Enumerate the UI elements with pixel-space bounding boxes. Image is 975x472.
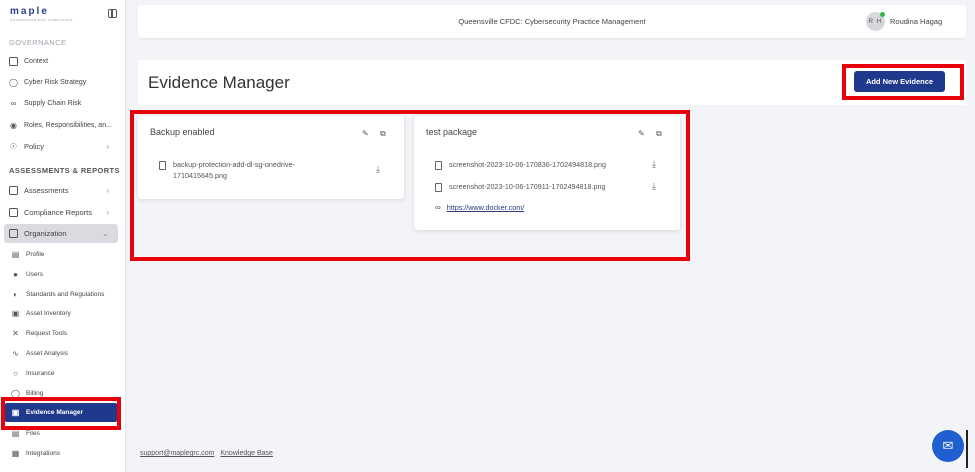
logo-text: maple	[10, 6, 49, 17]
chevron-down-icon: ⌄	[102, 229, 109, 238]
sidebar-item-organization[interactable]: Organization ⌄	[4, 224, 118, 243]
sidebar-item-label: Billing	[26, 390, 44, 397]
section-assessments: ASSESSMENTS & REPORTS	[9, 166, 120, 175]
building-icon	[9, 229, 18, 238]
highlight-add-button	[842, 64, 964, 100]
clipboard-icon	[9, 186, 18, 195]
maple-logo[interactable]: maple GOVERNANCE RISK COMPLIANCE	[10, 6, 73, 22]
analytics-icon: ∿	[12, 349, 19, 358]
sidebar-item-label: Supply Chain Risk	[24, 100, 82, 107]
sidebar-item-label: Asset Analysis	[26, 350, 68, 357]
online-status-indicator	[880, 12, 885, 17]
sidebar-item-assessments[interactable]: Assessments ›	[4, 181, 118, 200]
sidebar-item-label: Users	[26, 271, 43, 278]
tools-icon: ✕	[12, 329, 19, 338]
sidebar-item-label: Standards and Regulations	[26, 291, 105, 298]
chevron-right-icon: ›	[106, 142, 109, 151]
insurance-icon: ○	[13, 369, 18, 378]
sidebar-item-standards[interactable]: ◐ Standards and Regulations	[4, 285, 118, 304]
shield-icon: ◉	[10, 121, 17, 130]
sidebar-collapse-icon[interactable]	[108, 9, 117, 18]
section-governance: GOVERNANCE	[9, 38, 67, 47]
sidebar-item-compliance-reports[interactable]: Compliance Reports ›	[4, 203, 118, 222]
lightbulb-icon: ◯	[9, 78, 18, 87]
chat-icon[interactable]: ✉	[932, 430, 964, 462]
profile-icon: ▤	[11, 250, 20, 259]
sidebar-item-label: Roles, Responsibilities, an...	[24, 122, 112, 129]
sidebar-item-asset-inventory[interactable]: ▣ Asset Inventory	[4, 304, 118, 323]
logo-subtext: GOVERNANCE RISK COMPLIANCE	[10, 18, 73, 22]
files-icon: ▤	[11, 429, 20, 438]
document-icon	[9, 57, 18, 66]
support-email-link[interactable]: support@maplegrc.com	[140, 450, 214, 457]
highlight-evidence-manager-nav	[1, 397, 121, 430]
sidebar-item-context[interactable]: Context	[4, 52, 118, 71]
sidebar-item-profile[interactable]: ▤ Profile	[4, 245, 118, 264]
sidebar-item-label: Cyber Risk Strategy	[24, 79, 87, 86]
standards-icon: ◐	[13, 290, 18, 299]
sidebar-item-roles[interactable]: ◉ Roles, Responsibilities, an...	[4, 116, 118, 135]
sidebar-item-integrations[interactable]: ▦ Integrations	[4, 444, 118, 463]
sidebar-item-label: Policy	[24, 142, 45, 151]
sidebar-item-insurance[interactable]: ○ Insurance	[4, 364, 118, 383]
sidebar-item-request-tools[interactable]: ✕ Request Tools	[4, 324, 118, 343]
sidebar-item-label: Asset Inventory	[26, 310, 71, 317]
sidebar-item-label: Organization	[24, 229, 67, 238]
integrations-icon: ▦	[11, 449, 20, 458]
sidebar-item-label: Profile	[26, 251, 45, 258]
sidebar-item-label: Files	[26, 430, 40, 437]
sidebar-item-label: Assessments	[24, 186, 69, 195]
sidebar-item-supply-chain-risk[interactable]: ∞ Supply Chain Risk	[4, 94, 118, 113]
sidebar-item-label: Integrations	[26, 450, 60, 457]
shield-check-icon: ☉	[9, 142, 18, 151]
knowledge-base-link[interactable]: Knowledge Base	[220, 450, 273, 457]
sidebar-item-label: Context	[24, 58, 49, 65]
sidebar-item-label: Compliance Reports	[24, 208, 92, 217]
inventory-icon: ▣	[11, 309, 20, 318]
user-name[interactable]: Roudina Hagag	[890, 17, 942, 26]
users-icon: ●	[13, 270, 18, 279]
chart-icon	[9, 208, 18, 217]
scrollbar[interactable]	[966, 430, 968, 468]
chevron-right-icon: ›	[106, 208, 109, 217]
chevron-right-icon: ›	[106, 186, 109, 195]
sidebar-item-label: Request Tools	[26, 330, 68, 337]
top-header: Queensville CFDC: Cybersecurity Practice…	[138, 5, 966, 38]
organization-title: Queensville CFDC: Cybersecurity Practice…	[458, 17, 646, 26]
sidebar-item-asset-analysis[interactable]: ∿ Asset Analysis	[4, 344, 118, 363]
sidebar-item-cyber-risk-strategy[interactable]: ◯ Cyber Risk Strategy	[4, 73, 118, 92]
sidebar-item-users[interactable]: ● Users	[4, 265, 118, 284]
sidebar-item-policy[interactable]: ☉ Policy ›	[4, 137, 118, 156]
footer: support@maplegrc.com Knowledge Base	[140, 450, 277, 457]
highlight-evidence-cards	[130, 110, 690, 261]
link-icon: ∞	[10, 99, 17, 108]
sidebar-item-label: Insurance	[26, 370, 55, 377]
page-title: Evidence Manager	[148, 73, 290, 92]
